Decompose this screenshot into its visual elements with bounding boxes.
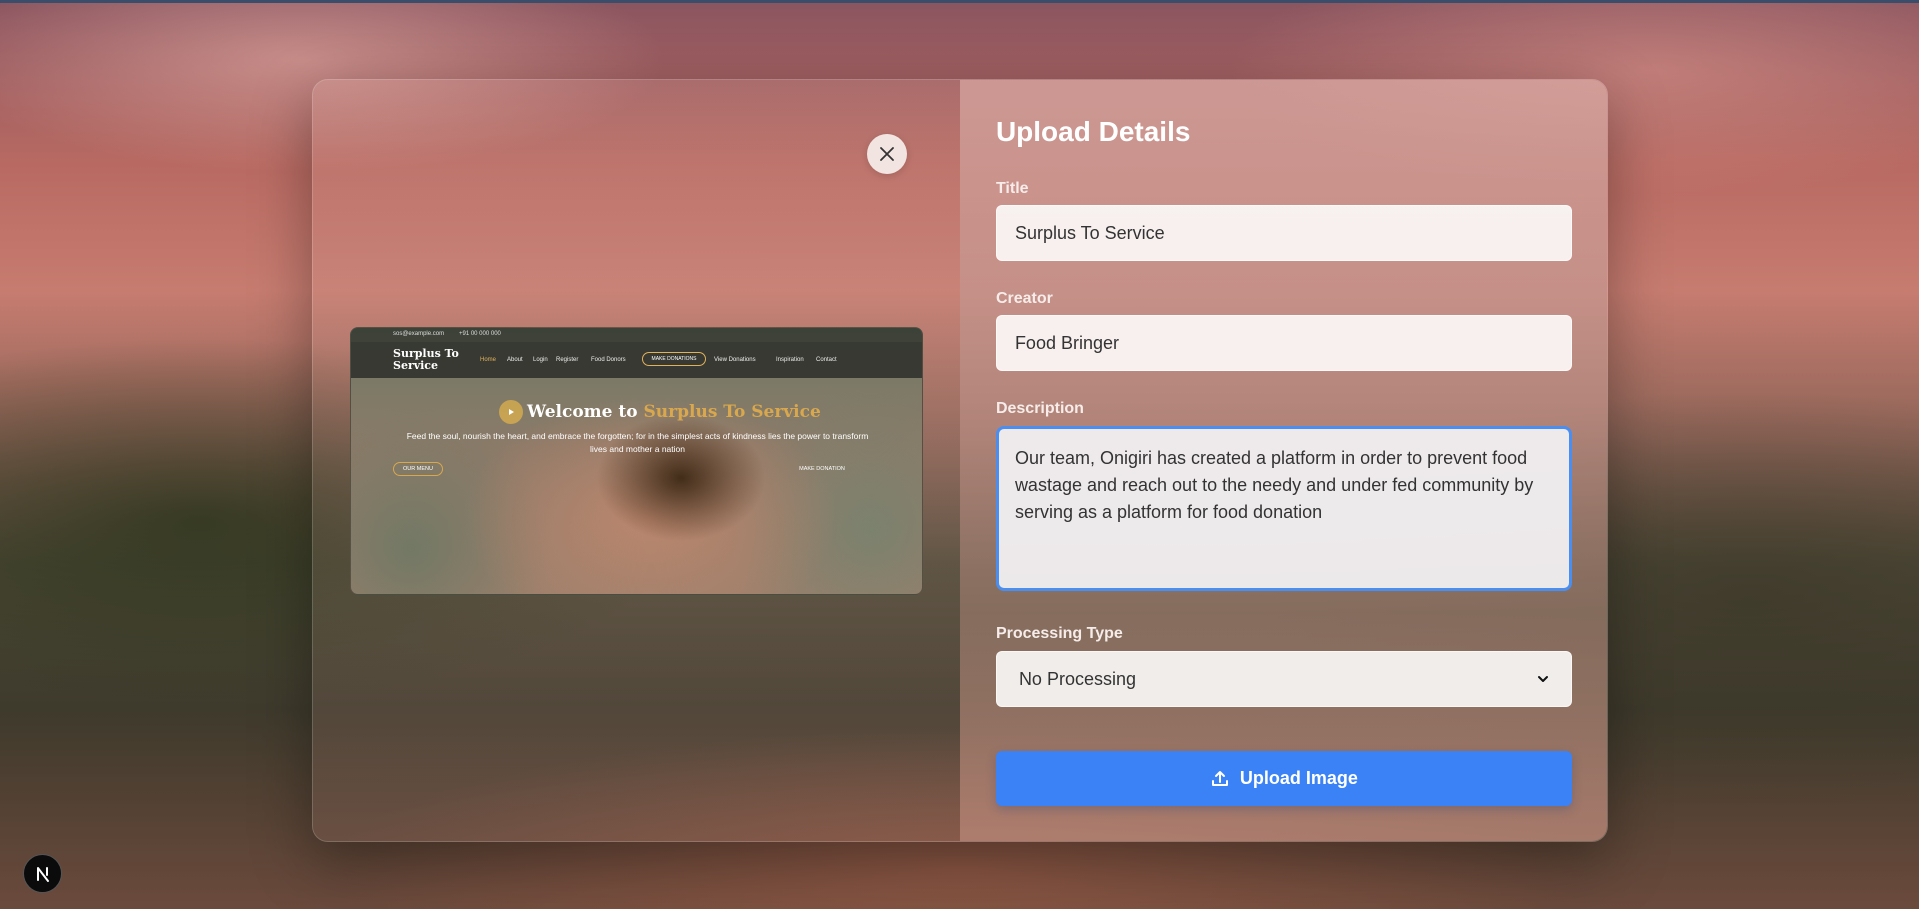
preview-nav-view-donations: View Donations: [714, 357, 756, 363]
processing-type-label: Processing Type: [995, 625, 1123, 642]
preview-hero-title-accent: Surplus To Service: [643, 402, 821, 422]
preview-nav-about: About: [507, 357, 523, 363]
details-form: Upload Details Title Surplus To Service …: [959, 80, 1607, 841]
description-label: Description: [995, 400, 1084, 417]
processing-type-value: No Processing: [1018, 668, 1136, 689]
upload-icon: [1211, 770, 1228, 786]
preview-play-icon: [499, 400, 523, 424]
preview-pane: sos@example.com +91 00 000 000 Surplus T…: [313, 80, 960, 841]
preview-phone: +91 00 000 000: [459, 331, 501, 337]
creator-input-value: Food Bringer: [1014, 332, 1119, 353]
description-textarea-value: Our team, Onigiri has created a platform…: [1014, 448, 1534, 522]
description-textarea[interactable]: Our team, Onigiri has created a platform…: [995, 426, 1572, 591]
creator-input[interactable]: Food Bringer: [995, 315, 1572, 371]
preview-donation-button: MAKE DONATION: [799, 466, 845, 472]
close-icon: [880, 147, 894, 161]
title-input-value: Surplus To Service: [1014, 222, 1165, 243]
upload-image-button[interactable]: Upload Image: [995, 751, 1572, 806]
preview-menu-button: OUR MENU: [393, 462, 443, 476]
preview-topbar: sos@example.com +91 00 000 000: [351, 328, 922, 342]
preview-nav-contact: Contact: [816, 357, 837, 363]
preview-nav-home: Home: [480, 357, 497, 363]
preview-logo: Surplus To Service: [393, 347, 459, 372]
preview-navbar: Surplus To Service Home About Login Regi…: [351, 342, 922, 378]
close-button[interactable]: [867, 134, 907, 174]
title-label: Title: [995, 180, 1029, 197]
preview-nav-login: Login: [533, 357, 548, 363]
upload-modal: sos@example.com +91 00 000 000 Surplus T…: [312, 79, 1608, 842]
preview-nav-register: Register: [556, 357, 579, 363]
preview-hero-subtitle: Feed the soul, nourish the heart, and em…: [406, 431, 869, 454]
dev-tools-badge[interactable]: [23, 854, 62, 893]
preview-hero-title-prefix: Welcome to: [527, 402, 644, 422]
upload-image-label: Upload Image: [1239, 768, 1358, 788]
window-top-border: [0, 0, 1919, 3]
preview-nav-food-donors: Food Donors: [591, 357, 626, 363]
chevron-down-icon: [1537, 676, 1548, 682]
preview-nav-make-donations: MAKE DONATIONS: [642, 352, 706, 366]
creator-label: Creator: [995, 290, 1053, 307]
processing-type-select[interactable]: No Processing: [995, 651, 1572, 707]
preview-nav-inspiration: Inspiration: [776, 357, 804, 363]
preview-email: sos@example.com: [393, 331, 445, 337]
title-input[interactable]: Surplus To Service: [995, 205, 1572, 261]
nextjs-logo-icon: [36, 866, 49, 882]
preview-hero-title: Welcome to Surplus To Service: [527, 402, 821, 422]
image-preview: sos@example.com +91 00 000 000 Surplus T…: [350, 327, 923, 595]
form-heading: Upload Details: [995, 116, 1191, 147]
